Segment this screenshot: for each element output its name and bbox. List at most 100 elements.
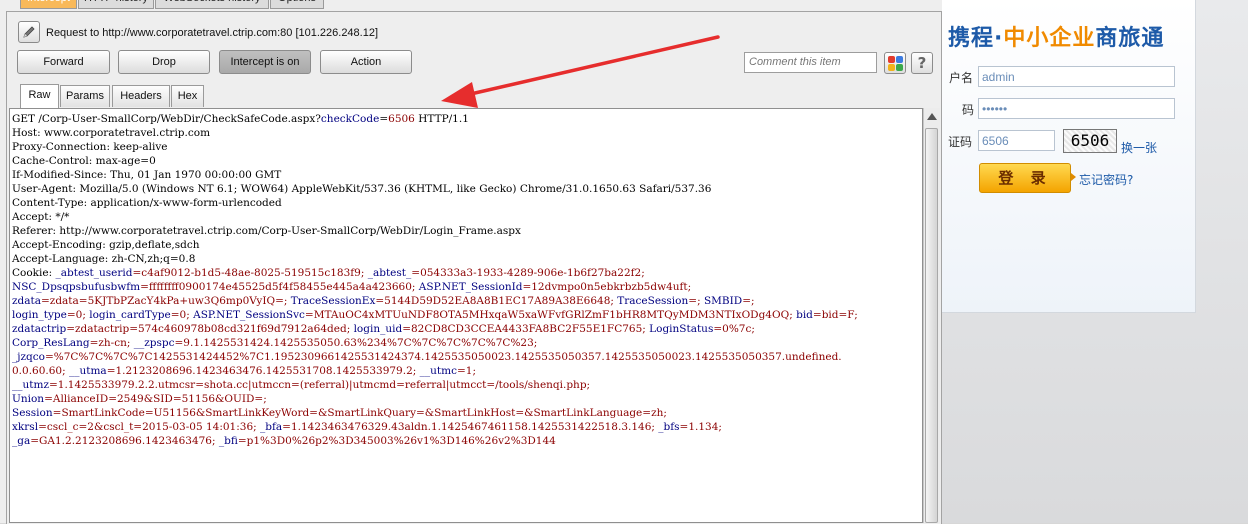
captcha-label: 证码: [948, 135, 973, 149]
param-name: __zpspc: [133, 337, 175, 349]
param-value: =5144D59D52EA8A8B1EC17A89A38E6648;: [375, 295, 618, 307]
password-label: 码: [962, 103, 975, 117]
param-value: =054333a3-1933-4289-906e-1b6f27ba22f2;: [411, 267, 645, 279]
param-value: =%7C%7C%7C%7C1425531424452%7C1.195230966…: [44, 351, 842, 363]
request-line: User-Agent: Mozilla/5.0 (Windows NT 6.1;…: [12, 182, 858, 196]
request-text-segment: Content-Type: application/x-www-form-url…: [12, 197, 282, 209]
color-swatch-icon: [896, 56, 903, 63]
param-name: login_uid: [353, 323, 403, 335]
request-text-segment: GET /Corp-User-SmallCorp/WebDir/CheckSaf…: [12, 113, 321, 125]
param-value: =p1%3D0%26p2%3D345003%26v1%3D146%26v2%3D…: [237, 435, 556, 447]
request-line: login_type=0; login_cardType=0; ASP.NET_…: [12, 308, 858, 322]
request-text-segment: HTTP/1.1: [414, 113, 469, 125]
param-name: zdata: [12, 295, 41, 307]
request-line: Accept-Language: zh-CN,zh;q=0.8: [12, 252, 858, 266]
scroll-up-arrow-icon[interactable]: [927, 113, 937, 120]
request-line: Corp_ResLang=zh-cn; __zpspc=9.1.14255314…: [12, 336, 858, 350]
request-line: NSC_Dpsqpsbufusbwfm=ffffffff0900174e4552…: [12, 280, 858, 294]
request-line: Session=SmartLinkCode=U51156&SmartLinkKe…: [12, 406, 858, 420]
param-value: =1.134;: [679, 421, 722, 433]
highlight-color-button[interactable]: [884, 52, 906, 74]
param-name: __utma: [68, 365, 107, 377]
param-name: ASP.NET_SessionId: [418, 281, 523, 293]
param-value: =;: [742, 295, 755, 307]
logo-travel: 商旅通: [1095, 26, 1165, 51]
raw-request-editor[interactable]: GET /Corp-User-SmallCorp/WebDir/CheckSaf…: [9, 108, 923, 523]
request-line: Proxy-Connection: keep-alive: [12, 140, 858, 154]
help-button[interactable]: ?: [911, 52, 933, 74]
logo-sme: 中小企业: [1003, 26, 1096, 51]
tab-http-history[interactable]: HTTP history: [78, 0, 154, 9]
param-name: SMBID: [703, 295, 743, 307]
scrollbar-thumb[interactable]: [925, 128, 938, 523]
edit-request-button[interactable]: [18, 21, 40, 43]
param-value: =c4af9012-b1d5-48ae-8025-519515c183f9;: [132, 267, 368, 279]
username-field[interactable]: admin: [978, 66, 1175, 87]
param-value: =12dvmpo0n5ebkrbzb5dw4uft;: [522, 281, 692, 293]
pencil-icon: [23, 26, 35, 38]
param-name: _bfs: [658, 421, 680, 433]
tab-raw[interactable]: Raw: [20, 84, 59, 108]
login-panel: 携程·中小企业商旅通: [940, 0, 1196, 313]
param-name: ASP.NET_SessionSvc: [193, 309, 305, 321]
captcha-image[interactable]: 6506: [1063, 129, 1117, 153]
tab-options[interactable]: Options: [270, 0, 324, 9]
param-name: _abtest_userid: [55, 267, 133, 279]
param-value: =0;: [66, 309, 90, 321]
drop-button[interactable]: Drop: [118, 50, 210, 74]
param-value: =1.2123208696.1423463476.1425531708.1425…: [106, 365, 420, 377]
param-name: __utmc: [419, 365, 457, 377]
action-button[interactable]: Action: [320, 50, 412, 74]
param-name: _ga: [12, 435, 31, 447]
login-button[interactable]: 登 录: [979, 163, 1071, 193]
tab-intercept[interactable]: Intercept: [20, 0, 77, 9]
request-text-segment: Accept-Encoding: gzip,deflate,sdch: [12, 239, 200, 251]
request-line: zdata=zdata=5KJTbPZacY4kPa+uw3Q6mp0VyIQ=…: [12, 294, 858, 308]
forward-button[interactable]: Forward: [17, 50, 110, 74]
request-line: _ga=GA1.2.2123208696.1423463476; _bfi=p1…: [12, 434, 858, 448]
logo-dot: ·: [994, 26, 1004, 51]
request-text-segment: =: [379, 113, 389, 125]
forgot-password-link[interactable]: 忘记密码?: [1079, 171, 1133, 188]
request-line: Accept: */*: [12, 210, 858, 224]
arrow-right-icon: [1071, 173, 1076, 181]
site-logo: 携程·中小企业商旅通: [948, 20, 1164, 52]
color-swatch-icon: [888, 56, 895, 63]
request-line: Union=AllianceID=2549&SID=51156&OUID=;: [12, 392, 858, 406]
comment-field[interactable]: Comment this item: [744, 52, 877, 73]
param-name: checkCode: [320, 113, 380, 125]
request-line: _jzqco=%7C%7C%7C%7C1425531424452%7C1.195…: [12, 350, 858, 364]
param-name: Union: [12, 393, 45, 405]
request-line: Cache-Control: max-age=0: [12, 154, 858, 168]
param-value: =bid=F;: [812, 309, 858, 321]
request-line: 0.0.60.60; __utma=1.2123208696.142346347…: [12, 364, 858, 378]
param-name: login_type: [12, 309, 67, 321]
captcha-field[interactable]: 6506: [978, 130, 1055, 151]
request-line: Content-Type: application/x-www-form-url…: [12, 196, 858, 210]
param-value: 0.0.60.60;: [12, 365, 69, 377]
request-line: GET /Corp-User-SmallCorp/WebDir/CheckSaf…: [12, 112, 858, 126]
color-swatch-icon: [888, 64, 895, 71]
request-text-segment: Cache-Control: max-age=0: [12, 155, 156, 167]
param-value: =zh-cn;: [89, 337, 134, 349]
param-value: =1.1425533979.2.2.utmcsr=shota.cc|utmccn…: [48, 379, 591, 391]
request-line: Referer: http://www.corporatetravel.ctri…: [12, 224, 858, 238]
param-value: =GA1.2.2123208696.1423463476;: [30, 435, 219, 447]
tab-hex[interactable]: Hex: [171, 85, 204, 107]
param-value: =;: [688, 295, 704, 307]
param-value: 6506: [388, 113, 415, 125]
request-text-segment: Referer: http://www.corporatetravel.ctri…: [12, 225, 521, 237]
param-name: _abtest_: [367, 267, 412, 279]
param-name: Session: [12, 407, 53, 419]
param-value: =1;: [456, 365, 476, 377]
intercept-toggle-button[interactable]: Intercept is on: [219, 50, 311, 74]
param-name: _bfa: [260, 421, 283, 433]
password-field[interactable]: ••••••: [978, 98, 1175, 119]
param-name: zdatactrip: [12, 323, 67, 335]
tab-headers[interactable]: Headers: [112, 85, 170, 107]
request-text-segment: Host: www.corporatetravel.ctrip.com: [12, 127, 211, 139]
refresh-captcha-link[interactable]: 换一张: [1121, 139, 1157, 156]
param-value: =82CD8CD3CCEA4433FA8BC2F55E1FC765;: [402, 323, 650, 335]
tab-websockets-history[interactable]: WebSockets history: [155, 0, 269, 9]
tab-params[interactable]: Params: [60, 85, 110, 107]
